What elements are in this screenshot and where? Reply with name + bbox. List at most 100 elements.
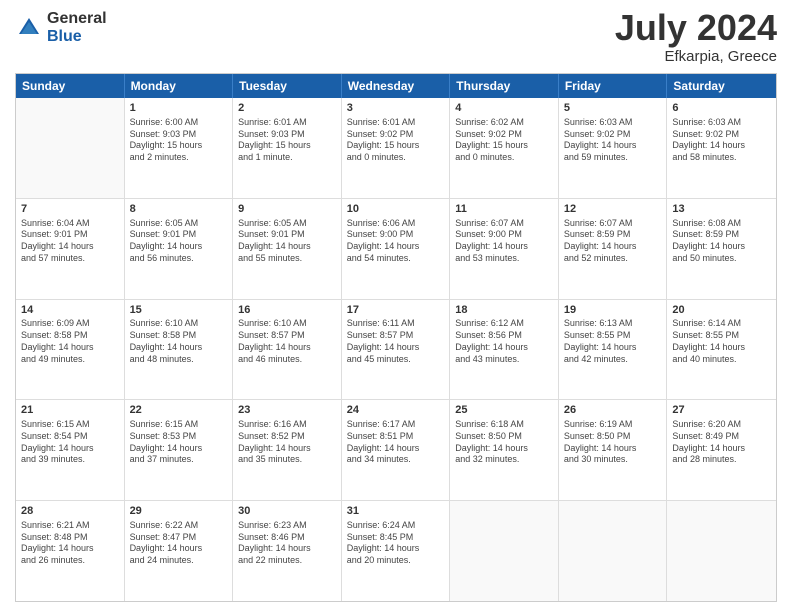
day-number-6: 6 — [672, 101, 771, 116]
day-info-3: Sunrise: 6:01 AM Sunset: 9:02 PM Dayligh… — [347, 117, 445, 164]
day-info-25: Sunrise: 6:18 AM Sunset: 8:50 PM Dayligh… — [455, 419, 553, 466]
day-info-18: Sunrise: 6:12 AM Sunset: 8:56 PM Dayligh… — [455, 318, 553, 365]
day-number-15: 15 — [130, 303, 228, 318]
day-cell-19: 19Sunrise: 6:13 AM Sunset: 8:55 PM Dayli… — [559, 300, 668, 400]
day-cell-8: 8Sunrise: 6:05 AM Sunset: 9:01 PM Daylig… — [125, 199, 234, 299]
logo-blue-label: Blue — [47, 28, 107, 46]
day-number-28: 28 — [21, 504, 119, 519]
day-number-7: 7 — [21, 202, 119, 217]
page: General Blue July 2024 Efkarpia, Greece … — [0, 0, 792, 612]
day-cell-7: 7Sunrise: 6:04 AM Sunset: 9:01 PM Daylig… — [16, 199, 125, 299]
day-cell-15: 15Sunrise: 6:10 AM Sunset: 8:58 PM Dayli… — [125, 300, 234, 400]
empty-cell-4-5 — [559, 501, 668, 601]
day-number-31: 31 — [347, 504, 445, 519]
day-cell-6: 6Sunrise: 6:03 AM Sunset: 9:02 PM Daylig… — [667, 98, 776, 198]
day-number-19: 19 — [564, 303, 662, 318]
day-number-27: 27 — [672, 403, 771, 418]
title-location: Efkarpia, Greece — [615, 48, 777, 65]
header-sunday: Sunday — [16, 74, 125, 98]
day-number-13: 13 — [672, 202, 771, 217]
day-info-8: Sunrise: 6:05 AM Sunset: 9:01 PM Dayligh… — [130, 218, 228, 265]
day-number-5: 5 — [564, 101, 662, 116]
day-info-26: Sunrise: 6:19 AM Sunset: 8:50 PM Dayligh… — [564, 419, 662, 466]
day-number-18: 18 — [455, 303, 553, 318]
day-number-10: 10 — [347, 202, 445, 217]
logo-general-label: General — [47, 10, 107, 28]
day-cell-16: 16Sunrise: 6:10 AM Sunset: 8:57 PM Dayli… — [233, 300, 342, 400]
day-number-24: 24 — [347, 403, 445, 418]
day-info-9: Sunrise: 6:05 AM Sunset: 9:01 PM Dayligh… — [238, 218, 336, 265]
day-info-31: Sunrise: 6:24 AM Sunset: 8:45 PM Dayligh… — [347, 520, 445, 567]
day-info-21: Sunrise: 6:15 AM Sunset: 8:54 PM Dayligh… — [21, 419, 119, 466]
day-number-16: 16 — [238, 303, 336, 318]
day-info-7: Sunrise: 6:04 AM Sunset: 9:01 PM Dayligh… — [21, 218, 119, 265]
day-info-13: Sunrise: 6:08 AM Sunset: 8:59 PM Dayligh… — [672, 218, 771, 265]
calendar: Sunday Monday Tuesday Wednesday Thursday… — [15, 73, 777, 602]
day-cell-28: 28Sunrise: 6:21 AM Sunset: 8:48 PM Dayli… — [16, 501, 125, 601]
day-cell-30: 30Sunrise: 6:23 AM Sunset: 8:46 PM Dayli… — [233, 501, 342, 601]
day-info-12: Sunrise: 6:07 AM Sunset: 8:59 PM Dayligh… — [564, 218, 662, 265]
header-thursday: Thursday — [450, 74, 559, 98]
day-info-20: Sunrise: 6:14 AM Sunset: 8:55 PM Dayligh… — [672, 318, 771, 365]
day-number-26: 26 — [564, 403, 662, 418]
day-info-2: Sunrise: 6:01 AM Sunset: 9:03 PM Dayligh… — [238, 117, 336, 164]
day-info-16: Sunrise: 6:10 AM Sunset: 8:57 PM Dayligh… — [238, 318, 336, 365]
week-row-1: 7Sunrise: 6:04 AM Sunset: 9:01 PM Daylig… — [16, 198, 776, 299]
day-cell-12: 12Sunrise: 6:07 AM Sunset: 8:59 PM Dayli… — [559, 199, 668, 299]
header-monday: Monday — [125, 74, 234, 98]
header-friday: Friday — [559, 74, 668, 98]
week-row-4: 28Sunrise: 6:21 AM Sunset: 8:48 PM Dayli… — [16, 500, 776, 601]
empty-cell-4-4 — [450, 501, 559, 601]
day-cell-2: 2Sunrise: 6:01 AM Sunset: 9:03 PM Daylig… — [233, 98, 342, 198]
day-info-4: Sunrise: 6:02 AM Sunset: 9:02 PM Dayligh… — [455, 117, 553, 164]
header-tuesday: Tuesday — [233, 74, 342, 98]
day-cell-13: 13Sunrise: 6:08 AM Sunset: 8:59 PM Dayli… — [667, 199, 776, 299]
header: General Blue July 2024 Efkarpia, Greece — [15, 10, 777, 65]
day-cell-18: 18Sunrise: 6:12 AM Sunset: 8:56 PM Dayli… — [450, 300, 559, 400]
day-cell-9: 9Sunrise: 6:05 AM Sunset: 9:01 PM Daylig… — [233, 199, 342, 299]
header-saturday: Saturday — [667, 74, 776, 98]
day-cell-24: 24Sunrise: 6:17 AM Sunset: 8:51 PM Dayli… — [342, 400, 451, 500]
calendar-body: 1Sunrise: 6:00 AM Sunset: 9:03 PM Daylig… — [16, 98, 776, 601]
day-number-4: 4 — [455, 101, 553, 116]
day-cell-31: 31Sunrise: 6:24 AM Sunset: 8:45 PM Dayli… — [342, 501, 451, 601]
day-info-27: Sunrise: 6:20 AM Sunset: 8:49 PM Dayligh… — [672, 419, 771, 466]
day-number-22: 22 — [130, 403, 228, 418]
day-cell-1: 1Sunrise: 6:00 AM Sunset: 9:03 PM Daylig… — [125, 98, 234, 198]
day-number-29: 29 — [130, 504, 228, 519]
day-number-11: 11 — [455, 202, 553, 217]
day-info-29: Sunrise: 6:22 AM Sunset: 8:47 PM Dayligh… — [130, 520, 228, 567]
day-cell-23: 23Sunrise: 6:16 AM Sunset: 8:52 PM Dayli… — [233, 400, 342, 500]
day-info-15: Sunrise: 6:10 AM Sunset: 8:58 PM Dayligh… — [130, 318, 228, 365]
day-cell-17: 17Sunrise: 6:11 AM Sunset: 8:57 PM Dayli… — [342, 300, 451, 400]
day-info-17: Sunrise: 6:11 AM Sunset: 8:57 PM Dayligh… — [347, 318, 445, 365]
day-number-30: 30 — [238, 504, 336, 519]
empty-cell-4-6 — [667, 501, 776, 601]
day-number-2: 2 — [238, 101, 336, 116]
day-number-12: 12 — [564, 202, 662, 217]
day-info-11: Sunrise: 6:07 AM Sunset: 9:00 PM Dayligh… — [455, 218, 553, 265]
day-info-19: Sunrise: 6:13 AM Sunset: 8:55 PM Dayligh… — [564, 318, 662, 365]
day-number-20: 20 — [672, 303, 771, 318]
logo-icon — [15, 14, 43, 42]
day-info-5: Sunrise: 6:03 AM Sunset: 9:02 PM Dayligh… — [564, 117, 662, 164]
day-number-25: 25 — [455, 403, 553, 418]
logo: General Blue — [15, 10, 107, 45]
day-info-6: Sunrise: 6:03 AM Sunset: 9:02 PM Dayligh… — [672, 117, 771, 164]
day-info-14: Sunrise: 6:09 AM Sunset: 8:58 PM Dayligh… — [21, 318, 119, 365]
day-cell-22: 22Sunrise: 6:15 AM Sunset: 8:53 PM Dayli… — [125, 400, 234, 500]
day-number-3: 3 — [347, 101, 445, 116]
day-number-14: 14 — [21, 303, 119, 318]
day-cell-21: 21Sunrise: 6:15 AM Sunset: 8:54 PM Dayli… — [16, 400, 125, 500]
day-cell-5: 5Sunrise: 6:03 AM Sunset: 9:02 PM Daylig… — [559, 98, 668, 198]
day-number-21: 21 — [21, 403, 119, 418]
logo-text: General Blue — [47, 10, 107, 45]
day-number-17: 17 — [347, 303, 445, 318]
week-row-3: 21Sunrise: 6:15 AM Sunset: 8:54 PM Dayli… — [16, 399, 776, 500]
day-cell-20: 20Sunrise: 6:14 AM Sunset: 8:55 PM Dayli… — [667, 300, 776, 400]
day-cell-11: 11Sunrise: 6:07 AM Sunset: 9:00 PM Dayli… — [450, 199, 559, 299]
day-number-1: 1 — [130, 101, 228, 116]
week-row-2: 14Sunrise: 6:09 AM Sunset: 8:58 PM Dayli… — [16, 299, 776, 400]
day-info-24: Sunrise: 6:17 AM Sunset: 8:51 PM Dayligh… — [347, 419, 445, 466]
day-info-23: Sunrise: 6:16 AM Sunset: 8:52 PM Dayligh… — [238, 419, 336, 466]
